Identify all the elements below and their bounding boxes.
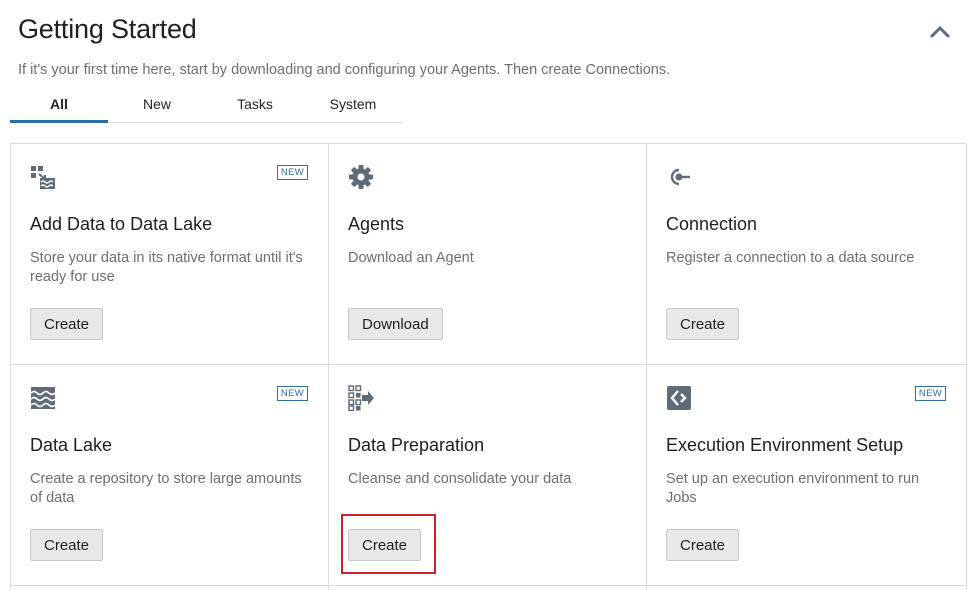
execution-env-icon: [667, 386, 691, 410]
card-add-data-to-data-lake: NEW Add Data to Data Lake Store your dat…: [11, 144, 329, 365]
connection-icon: [670, 168, 690, 186]
card-description: Download an Agent: [348, 250, 474, 266]
card-data-preparation: Data Preparation Cleanse and consolidate…: [329, 365, 647, 586]
new-badge: NEW: [914, 386, 946, 401]
card-description: Cleanse and consolidate your data: [348, 471, 572, 487]
card-placeholder: [329, 586, 647, 590]
card-placeholder: [11, 586, 329, 590]
new-badge: NEW: [276, 386, 308, 401]
chevron-up-icon[interactable]: [928, 22, 952, 42]
gear-icon: [349, 165, 373, 189]
card-data-lake: NEW Data Lake Create a repository to sto…: [11, 365, 329, 586]
tab-bar: All New Tasks System: [10, 88, 403, 123]
tab-system[interactable]: System: [304, 88, 402, 122]
header: Getting Started: [18, 14, 197, 45]
card-placeholder: [647, 586, 967, 590]
card-execution-environment-setup: NEW Execution Environment Setup Set up a…: [647, 365, 967, 586]
card-description: Set up an execution environment to run J…: [666, 471, 920, 506]
card-title: Data Lake: [30, 435, 113, 455]
card-description: Create a repository to store large amoun…: [30, 471, 302, 506]
data-lake-add-icon: [31, 166, 55, 189]
waves-icon: [30, 387, 56, 409]
create-button[interactable]: Create: [30, 529, 104, 561]
card-connection: Connection Register a connection to a da…: [647, 144, 967, 365]
data-prep-icon: [348, 385, 374, 411]
create-button[interactable]: Create: [348, 529, 422, 561]
tab-tasks[interactable]: Tasks: [206, 88, 304, 122]
card-title: Agents: [348, 214, 405, 234]
download-button[interactable]: Download: [348, 308, 443, 340]
card-title: Data Preparation: [348, 435, 485, 455]
tab-new[interactable]: New: [108, 88, 206, 122]
create-button[interactable]: Create: [666, 308, 740, 340]
card-description: Register a connection to a data source: [666, 250, 915, 266]
card-description: Store your data in its native format unt…: [30, 250, 303, 285]
cards-grid: NEW Add Data to Data Lake Store your dat…: [10, 143, 967, 590]
card-agents: Agents Download an Agent Download: [329, 144, 647, 365]
card-title: Connection: [666, 214, 758, 234]
create-button[interactable]: Create: [30, 308, 104, 340]
page-subtitle: If it's your first time here, start by d…: [18, 62, 671, 78]
create-button[interactable]: Create: [666, 529, 740, 561]
tab-all[interactable]: All: [10, 88, 108, 123]
new-badge: NEW: [276, 165, 308, 180]
page-title: Getting Started: [18, 14, 197, 44]
card-title: Add Data to Data Lake: [30, 214, 213, 234]
card-title: Execution Environment Setup: [666, 435, 904, 455]
